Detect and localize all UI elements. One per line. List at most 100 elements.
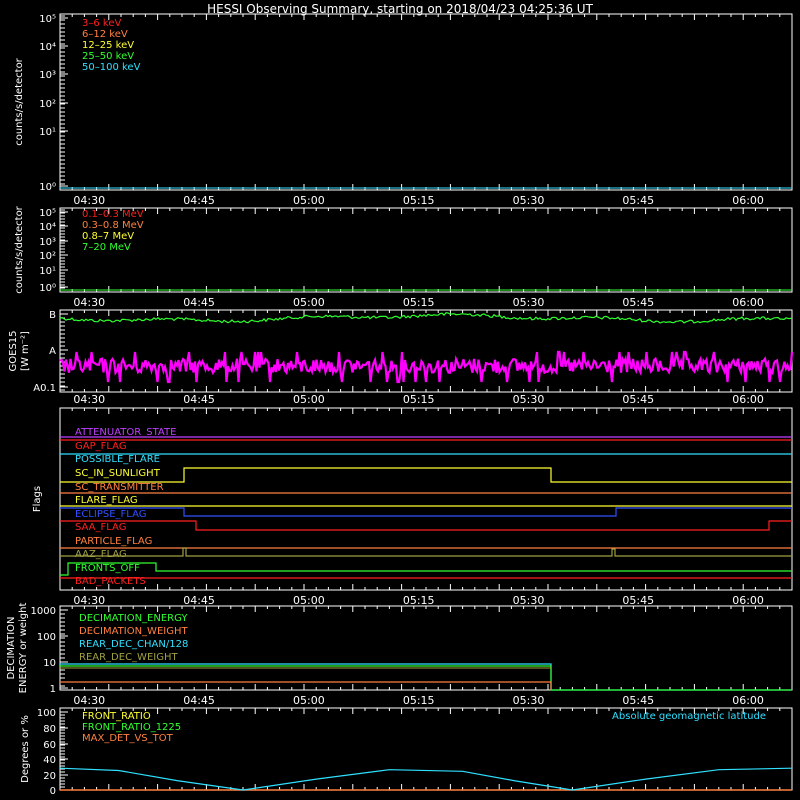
time-tick-label: 06:00: [732, 296, 764, 309]
time-tick-label: 06:00: [732, 194, 764, 207]
flag-label: ECLIPSE_FLAG: [75, 509, 146, 520]
time-tick-label: 05:45: [622, 393, 654, 406]
flag-label: FRONTS_OFF: [75, 563, 140, 574]
time-tick-label: 05:30: [513, 296, 545, 309]
y-tick-label: 80: [43, 724, 56, 735]
time-tick-label: 05:45: [622, 194, 654, 207]
time-tick-label: 05:00: [293, 194, 325, 207]
time-tick-label: 05:30: [513, 594, 545, 607]
y-tick-label: B: [49, 310, 56, 321]
legend-entry: FRONT_RATIO: [82, 711, 151, 722]
time-tick-label: 04:30: [73, 296, 105, 309]
time-tick-label: 05:00: [293, 296, 325, 309]
time-tick-label: 04:30: [73, 594, 105, 607]
legend-entry: FRONT_RATIO_1225: [82, 722, 181, 733]
y-tick-label: 10¹: [39, 127, 56, 138]
legend-entry: 0.8–7 MeV: [82, 231, 134, 242]
time-tick-label: 05:30: [513, 194, 545, 207]
legend-entry: 3–6 keV: [82, 18, 121, 29]
y-tick-label: 10⁵: [39, 208, 56, 219]
y-axis-label: GOES15: [8, 330, 19, 371]
legend-entry: 50–100 keV: [82, 62, 141, 73]
time-tick-label: 05:00: [293, 694, 325, 707]
y-tick-label: 20: [43, 771, 56, 782]
flag-line-sc-in-sunlight: [60, 467, 792, 483]
time-tick-label: 05:15: [403, 194, 435, 207]
flag-label: FLARE_FLAG: [75, 495, 138, 506]
legend-entry: REAR_DEC_WEIGHT: [79, 652, 178, 663]
panel-frame-2: [59, 207, 793, 293]
y-tick-label: 0: [50, 786, 56, 797]
y-tick-label: 1: [50, 684, 56, 695]
flag-label: SC_TRANSMITTER: [75, 482, 164, 493]
y-tick-label: A: [49, 346, 56, 357]
time-tick-label: 04:45: [183, 694, 215, 707]
flag-line-fronts-off: [60, 562, 792, 576]
panel-labels: 04:30 04:45 05:00 05:15 05:30 05:45 06:00 04:30…: [6, 14, 766, 797]
flag-line-eclipse-flag: [60, 507, 792, 517]
time-tick-label: 04:30: [73, 694, 105, 707]
legend-entry: MAX_DET_VS_TOT: [82, 733, 174, 744]
y-tick-label: 40: [43, 755, 56, 766]
flag-label: GAP_FLAG: [75, 441, 127, 452]
panel-frame-1: [59, 13, 793, 191]
flag-label: SAA_FLAG: [75, 522, 126, 533]
y-tick-label: 1000: [31, 606, 56, 617]
flag-label: POSSIBLE_FLARE: [75, 454, 160, 465]
y-axis-label: counts/s/detector: [14, 205, 25, 293]
legend-entry: 25–50 keV: [82, 51, 134, 62]
legend-entry: 7–20 MeV: [82, 242, 131, 253]
time-tick-label: 05:15: [403, 694, 435, 707]
time-tick-label: 05:30: [513, 694, 545, 707]
y-tick-label: 10²: [39, 99, 56, 110]
y-tick-label: 10¹: [39, 266, 56, 277]
flag-label: BAD_PACKETS: [75, 576, 146, 587]
legend-entry: DECIMATION_WEIGHT: [79, 626, 188, 637]
y-axis-label-units: [W m⁻²]: [20, 331, 31, 371]
time-tick-label: 05:15: [403, 296, 435, 309]
geomagnetic-latitude-line: [59, 767, 793, 791]
time-tick-label: 05:30: [513, 393, 545, 406]
time-tick-label: 05:45: [622, 296, 654, 309]
flag-line-saa-flag: [60, 520, 792, 531]
y-tick-label: 10⁰: [39, 182, 56, 193]
legend-entry: 0.3–0.8 MeV: [82, 220, 144, 231]
flag-line-aaz-flag: [60, 547, 792, 557]
y-axis-label: DECIMATION: [6, 616, 17, 679]
y-axis-label: Degrees or %: [20, 715, 31, 783]
flag-label: ATTENUATOR_STATE: [75, 427, 176, 438]
y-tick-label: 60: [43, 740, 56, 751]
y-axis-label-energy: ENERGY or weight: [18, 603, 29, 694]
time-tick-label: 05:15: [403, 393, 435, 406]
time-tick-label: 05:00: [293, 594, 325, 607]
y-tick-label: 10³: [39, 70, 56, 81]
observing-summary-figure: HESSI Observing Summary, starting on 201…: [6, 2, 794, 797]
y-tick-label: 10³: [39, 237, 56, 248]
y-tick-label: 10⁴: [39, 222, 56, 233]
goes-long-channel-line: [59, 312, 793, 324]
time-tick-label: 05:00: [293, 393, 325, 406]
y-axis-label: counts/s/detector: [14, 57, 25, 145]
y-tick-label: 10⁰: [39, 283, 56, 294]
time-tick-label: 04:45: [183, 393, 215, 406]
legend-entry: DECIMATION_ENERGY: [79, 613, 188, 624]
goes-short-channel-line: [59, 350, 794, 384]
time-tick-label: 06:00: [732, 594, 764, 607]
time-tick-label: 05:45: [622, 694, 654, 707]
time-tick-label: 04:45: [183, 194, 215, 207]
y-tick-label: A0.1: [33, 383, 56, 394]
time-tick-label: 05:15: [403, 594, 435, 607]
y-tick-label: 10²: [39, 251, 56, 262]
y-tick-label: 100: [37, 708, 56, 719]
y-axis-label: Flags: [32, 486, 43, 512]
decimation-energy-line: [60, 665, 792, 691]
time-tick-label: 04:30: [73, 393, 105, 406]
legend-entry: 6–12 keV: [82, 29, 128, 40]
time-tick-label: 06:00: [732, 393, 764, 406]
flag-label: AAZ_FLAG: [75, 549, 127, 560]
legend-entry: 0.1–0.3 MeV: [82, 209, 144, 220]
time-tick-label: 05:45: [622, 594, 654, 607]
legend-entry: 12–25 keV: [82, 40, 134, 51]
time-tick-label: 04:30: [73, 194, 105, 207]
legend-entry-geomagnetic: Absolute geomagnetic latitude: [612, 711, 766, 722]
